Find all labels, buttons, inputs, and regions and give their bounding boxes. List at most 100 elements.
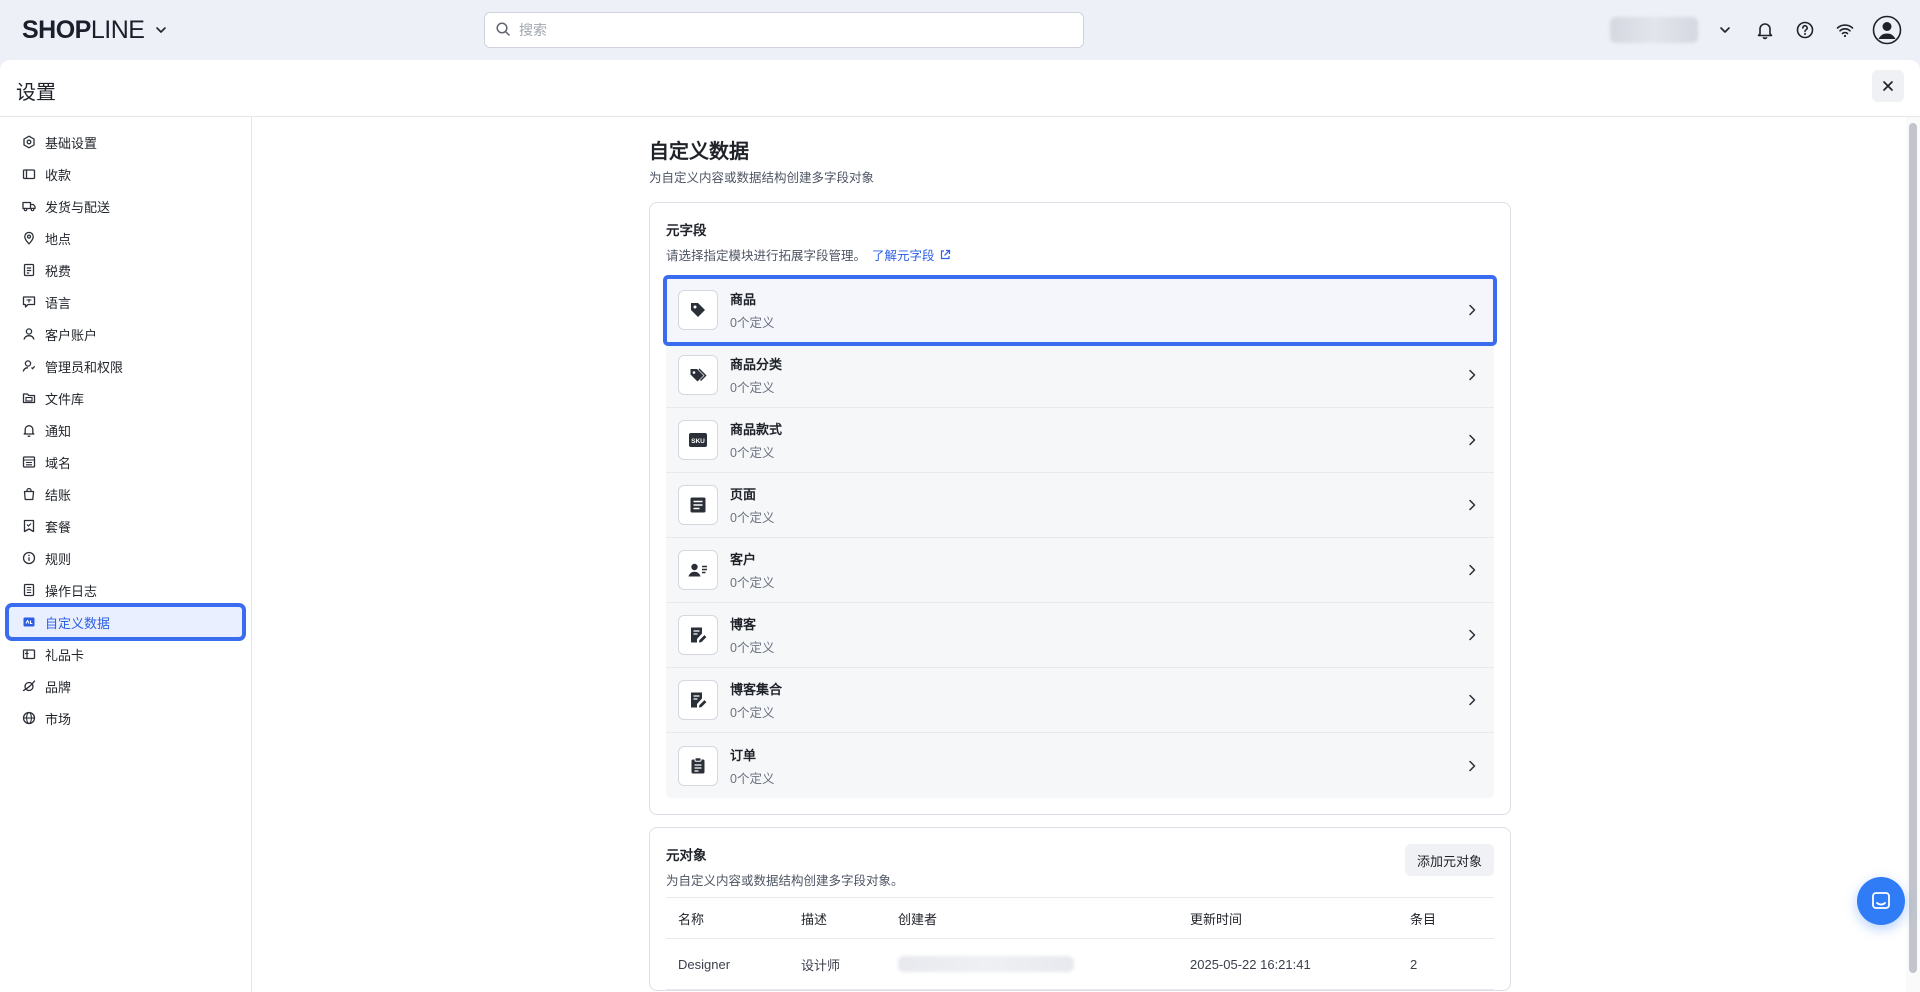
- sidebar-item-basic-settings[interactable]: 基础设置: [8, 126, 243, 158]
- column-header-name[interactable]: 名称: [666, 897, 789, 939]
- metafield-row-blog-collection[interactable]: 博客集合 0个定义: [666, 668, 1494, 733]
- sidebar-item-label: 通知: [45, 423, 72, 439]
- column-header-entries[interactable]: 条目: [1398, 897, 1494, 939]
- external-link-icon: [940, 249, 950, 259]
- sidebar-item-label: 基础设置: [45, 135, 98, 151]
- creator-blurred: [898, 956, 1074, 973]
- metafield-row-customer[interactable]: 客户 0个定义: [666, 538, 1494, 603]
- sidebar-item-label: 管理员和权限: [45, 359, 124, 375]
- metafield-name: 订单: [730, 747, 757, 763]
- sidebar-item-custom-data[interactable]: 自定义数据: [5, 603, 246, 641]
- metafield-name: 商品: [730, 292, 757, 307]
- metafield-count: 0个定义: [730, 641, 775, 655]
- chevron-right-icon: [1464, 758, 1480, 774]
- sidebar-item-languages[interactable]: 语言: [8, 286, 243, 318]
- sidebar-item-locations[interactable]: 地点: [8, 222, 243, 254]
- sidebar-item-label: 操作日志: [45, 583, 98, 599]
- cell-name: Designer: [666, 938, 789, 990]
- sidebar-item-gift-cards[interactable]: 礼品卡: [8, 638, 243, 670]
- search-bar[interactable]: [484, 12, 1084, 48]
- chevron-down-icon: [154, 23, 168, 37]
- metafield-row-product-variant[interactable]: SKU 商品款式 0个定义: [666, 408, 1494, 473]
- search-icon: [495, 21, 511, 40]
- sidebar-item-label: 发货与配送: [45, 199, 111, 215]
- store-switcher[interactable]: SHOPLINE: [22, 15, 168, 45]
- sidebar-item-label: 文件库: [45, 391, 85, 407]
- admin-icon: [22, 359, 36, 373]
- column-header-updated[interactable]: 更新时间: [1178, 897, 1398, 939]
- sidebar-item-rules[interactable]: 规则: [8, 542, 243, 574]
- language-icon: [22, 295, 36, 309]
- sidebar-item-label: 收款: [45, 167, 72, 183]
- sidebar-item-activity-log[interactable]: 操作日志: [8, 574, 243, 606]
- metafield-name: 页面: [730, 487, 757, 502]
- sidebar-item-payments[interactable]: 收款: [8, 158, 243, 190]
- sidebar-item-label: 自定义数据: [45, 615, 111, 631]
- wifi-icon[interactable]: [1832, 17, 1858, 43]
- folder-icon: [22, 391, 36, 405]
- table-row[interactable]: Designer 设计师 2025-05-22 16:21:41 2: [666, 938, 1494, 990]
- sidebar-item-plans[interactable]: 套餐: [8, 510, 243, 542]
- top-right-tools: [1610, 14, 1902, 46]
- sidebar-item-label: 套餐: [45, 519, 72, 535]
- sidebar-item-brands[interactable]: 品牌: [8, 670, 243, 702]
- sidebar-item-shipping[interactable]: 发货与配送: [8, 190, 243, 222]
- section-title: 自定义数据: [649, 141, 749, 163]
- help-icon[interactable]: [1792, 17, 1818, 43]
- column-header-description[interactable]: 描述: [789, 897, 886, 939]
- metafield-name: 博客: [730, 617, 757, 632]
- metafield-row-product-category[interactable]: 商品分类 0个定义: [666, 343, 1494, 408]
- sidebar-item-customer-accounts[interactable]: 客户账户: [8, 318, 243, 350]
- scrollbar-thumb[interactable]: [1909, 123, 1917, 973]
- sidebar-item-notifications[interactable]: 通知: [8, 414, 243, 446]
- customer-icon: [678, 550, 718, 590]
- custom-data-page: 自定义数据 为自定义内容或数据结构创建多字段对象 元字段 请选择指定模块进行拓展…: [649, 117, 1511, 991]
- close-button[interactable]: [1872, 70, 1904, 102]
- bell-icon[interactable]: [1752, 17, 1778, 43]
- metafield-count: 0个定义: [730, 511, 775, 525]
- metafield-count: 0个定义: [730, 576, 775, 590]
- sidebar-item-markets[interactable]: 市场: [8, 702, 243, 734]
- sidebar-item-checkout[interactable]: 结账: [8, 478, 243, 510]
- chevron-right-icon: [1464, 562, 1480, 578]
- metafield-row-blog[interactable]: 博客 0个定义: [666, 603, 1494, 668]
- metafield-count: 0个定义: [730, 381, 775, 395]
- tag-icon: [678, 290, 718, 330]
- top-bar: SHOPLINE: [0, 0, 1920, 60]
- sidebar-item-label: 地点: [45, 231, 72, 247]
- table-header-row: 名称 描述 创建者 更新时间 条目: [666, 897, 1494, 939]
- metafield-count: 0个定义: [730, 446, 775, 460]
- learn-metafields-link[interactable]: 了解元字段: [872, 245, 951, 264]
- add-metaobject-button[interactable]: 添加元对象: [1404, 844, 1494, 876]
- blog-icon: [678, 615, 718, 655]
- sidebar-item-domains[interactable]: 域名: [8, 446, 243, 478]
- metafield-row-order[interactable]: 订单 0个定义: [666, 733, 1494, 798]
- sidebar-item-label: 税费: [45, 263, 72, 279]
- chat-button[interactable]: [1857, 877, 1905, 925]
- settings-sidebar: 基础设置 收款 发货与配送 地点 税费 语言 客户账户 管理员和权限 文件库 通…: [0, 117, 252, 992]
- metaobjects-card: 元对象 为自定义内容或数据结构创建多字段对象。 添加元对象 名称 描述 创建者 …: [649, 827, 1511, 991]
- sidebar-item-taxes[interactable]: 税费: [8, 254, 243, 286]
- sidebar-item-label: 结账: [45, 487, 72, 503]
- location-icon: [22, 231, 36, 245]
- metafields-subtitle: 请选择指定模块进行拓展字段管理。 了解元字段: [666, 245, 1494, 264]
- metafield-row-page[interactable]: 页面 0个定义: [666, 473, 1494, 538]
- sidebar-item-files[interactable]: 文件库: [8, 382, 243, 414]
- sidebar-item-label: 品牌: [45, 679, 72, 695]
- gift-card-icon: [22, 647, 36, 661]
- account-name-blurred[interactable]: [1610, 17, 1698, 43]
- metaobjects-title: 元对象: [666, 848, 707, 863]
- panel-header: 设置: [0, 60, 1920, 117]
- sidebar-item-label: 客户账户: [45, 327, 98, 343]
- log-icon: [22, 583, 36, 597]
- column-header-creator[interactable]: 创建者: [886, 897, 1178, 939]
- metafield-row-product[interactable]: 商品 0个定义: [663, 275, 1497, 346]
- metaobjects-subtitle: 为自定义内容或数据结构创建多字段对象。: [666, 874, 904, 888]
- sidebar-item-admins-permissions[interactable]: 管理员和权限: [8, 350, 243, 382]
- chevron-down-icon[interactable]: [1712, 17, 1738, 43]
- metafield-list: 商品 0个定义 商品分类 0个定义 SKU 商品款式 0个定义 页面 0个定义 …: [663, 275, 1497, 798]
- avatar[interactable]: [1872, 15, 1902, 45]
- search-input[interactable]: [519, 22, 1073, 38]
- metaobjects-table: 名称 描述 创建者 更新时间 条目 Designer 设计师 2025-05-2…: [666, 897, 1494, 990]
- chevron-right-icon: [1464, 432, 1480, 448]
